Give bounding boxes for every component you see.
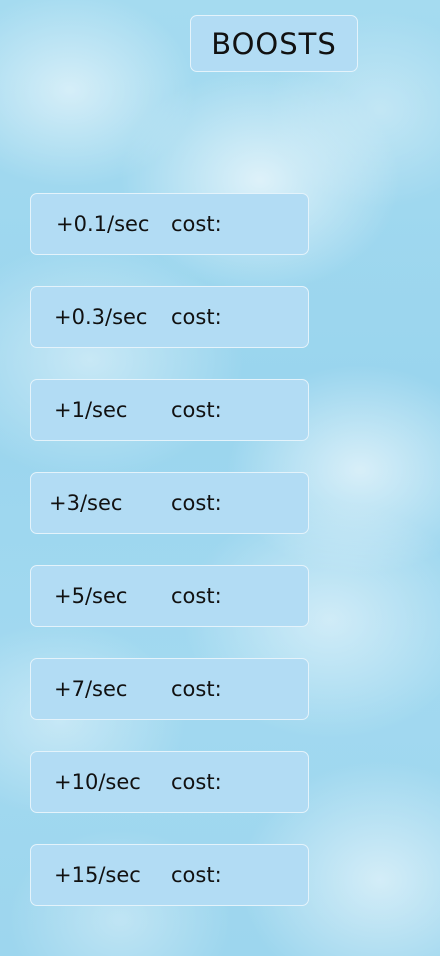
boosts-title: BOOSTS — [190, 15, 358, 72]
boost-cost-label: cost: — [171, 677, 222, 701]
boost-rate: +0.1/sec — [56, 212, 150, 236]
boost-rate: +3/sec — [49, 491, 123, 515]
boosts-title-label: BOOSTS — [211, 26, 337, 61]
boost-button-7[interactable]: +7/sec cost: — [30, 658, 309, 720]
boost-rate: +10/sec — [54, 770, 141, 794]
boost-rate: +7/sec — [54, 677, 128, 701]
boost-button-0-3[interactable]: +0.3/sec cost: — [30, 286, 309, 348]
boost-cost-label: cost: — [171, 863, 222, 887]
boost-cost-label: cost: — [171, 212, 222, 236]
boost-button-1[interactable]: +1/sec cost: — [30, 379, 309, 441]
boost-button-15[interactable]: +15/sec cost: — [30, 844, 309, 906]
boost-cost-label: cost: — [171, 584, 222, 608]
boost-button-0-1[interactable]: +0.1/sec cost: — [30, 193, 309, 255]
boost-rate: +0.3/sec — [54, 305, 148, 329]
boost-rate: +5/sec — [54, 584, 128, 608]
boost-button-10[interactable]: +10/sec cost: — [30, 751, 309, 813]
boost-button-5[interactable]: +5/sec cost: — [30, 565, 309, 627]
boost-button-3[interactable]: +3/sec cost: — [30, 472, 309, 534]
boost-cost-label: cost: — [171, 770, 222, 794]
boost-cost-label: cost: — [171, 305, 222, 329]
boost-rate: +1/sec — [54, 398, 128, 422]
boost-cost-label: cost: — [171, 398, 222, 422]
boost-cost-label: cost: — [171, 491, 222, 515]
boost-rate: +15/sec — [54, 863, 141, 887]
